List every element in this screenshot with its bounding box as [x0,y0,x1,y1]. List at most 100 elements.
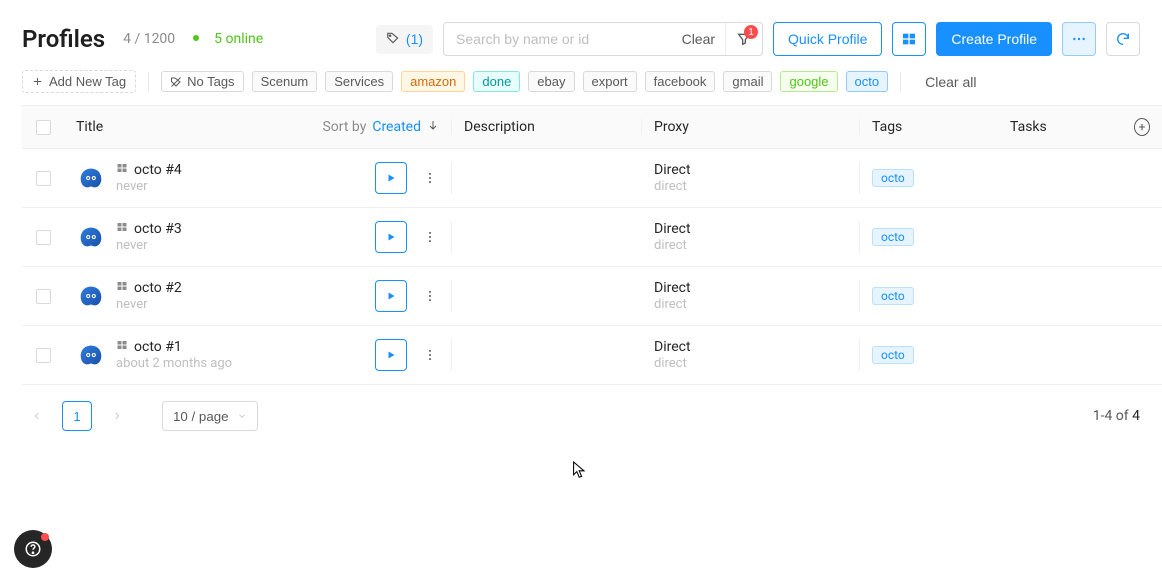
row-tag-octo[interactable]: octo [872,287,914,305]
run-profile-button[interactable] [375,221,407,253]
tag-chip-gmail[interactable]: gmail [723,71,772,92]
page-size-selector[interactable]: 10 / page [162,401,258,431]
row-tag-octo[interactable]: octo [872,228,914,246]
tag-chip-services[interactable]: Services [325,71,393,92]
proxy-name: Direct [654,280,691,296]
proxy-type: direct [654,179,691,194]
table-row[interactable]: octo #3 never Directdirect octo [22,208,1162,267]
row-checkbox[interactable] [36,289,51,304]
row-proxy-cell: Directdirect [642,339,860,371]
row-menu-button[interactable] [421,226,439,248]
tag-chip-export[interactable]: export [583,71,637,92]
tag-chip-google[interactable]: google [780,71,837,92]
refresh-icon [1115,31,1131,47]
run-profile-button[interactable] [375,280,407,312]
profile-avatar [76,340,106,370]
row-tags-cell: octo [860,287,998,305]
create-profile-button[interactable]: Create Profile [936,22,1052,56]
profiles-table: Title Sort by Created Description Proxy … [22,105,1162,385]
column-description-label: Description [464,119,535,135]
refresh-button[interactable] [1106,22,1140,56]
chevron-left-icon [32,411,42,421]
tag-chip-amazon[interactable]: amazon [401,71,465,92]
row-checkbox[interactable] [36,348,51,363]
sort-value: Created [372,119,421,135]
search-input[interactable] [444,31,672,47]
row-proxy-cell: Directdirect [642,162,860,194]
profile-name: octo #3 [134,221,182,237]
column-proxy-label: Proxy [654,119,689,135]
tag-chip-done[interactable]: done [473,71,520,92]
prev-page-button[interactable] [22,401,52,431]
row-tags-cell: octo [860,346,998,364]
run-profile-button[interactable] [375,162,407,194]
column-tasks-label: Tasks [1010,119,1047,135]
profile-avatar [76,163,106,193]
proxy-name: Direct [654,162,691,178]
range-indicator: 1-4 of 4 [1093,408,1140,424]
profile-avatar [76,281,106,311]
tag-chip-facebook[interactable]: facebook [645,71,716,92]
row-checkbox[interactable] [36,230,51,245]
question-icon [24,540,42,558]
profile-last-run: about 2 months ago [116,356,232,371]
tag-chip-octo[interactable]: octo [846,71,889,92]
add-tag-label: Add New Tag [49,74,126,89]
row-proxy-cell: Directdirect [642,221,860,253]
select-all-checkbox[interactable] [36,120,51,135]
online-dot [193,35,199,41]
pagination-bar: 1 10 / page 1-4 of 4 [0,385,1162,447]
filter-badge: 1 [744,25,758,39]
more-options-button[interactable] [1062,22,1096,56]
column-title-label: Title [76,119,103,135]
sort-by-label: Sort by [322,119,366,135]
windows-icon [116,339,128,355]
row-tag-octo[interactable]: octo [872,169,914,187]
row-tag-octo[interactable]: octo [872,346,914,364]
run-profile-button[interactable] [375,339,407,371]
tag-outline-icon [170,76,182,88]
search-container: Clear 1 [443,22,763,56]
arrow-down-icon [427,119,439,135]
proxy-type: direct [654,356,691,371]
profile-avatar [76,222,106,252]
page-1-button[interactable]: 1 [62,401,92,431]
filter-button[interactable]: 1 [725,23,762,55]
tag-chip-scenum[interactable]: Scenum [252,71,318,92]
row-tags-cell: octo [860,228,998,246]
profile-last-run: never [116,297,182,312]
add-new-tag-button[interactable]: Add New Tag [22,70,136,93]
help-button[interactable] [14,530,52,568]
page-size-label: 10 / page [173,409,229,424]
quick-profile-windows-button[interactable] [892,22,926,56]
chevron-down-icon [237,411,247,421]
tag-chip-ebay[interactable]: ebay [528,71,574,92]
clear-all-tags-button[interactable]: Clear all [925,74,976,90]
row-checkbox[interactable] [36,171,51,186]
tag-filter-count[interactable]: (1) [376,25,433,54]
row-menu-button[interactable] [421,167,439,189]
no-tags-label: No Tags [187,74,234,89]
next-page-button[interactable] [102,401,132,431]
row-title-cell: octo #4 never [64,162,452,194]
no-tags-chip[interactable]: No Tags [161,71,243,92]
row-menu-button[interactable] [421,344,439,366]
search-clear-button[interactable]: Clear [672,31,725,47]
add-column-button[interactable]: + [1134,118,1150,136]
sort-control[interactable]: Sort by Created [322,119,439,135]
table-row[interactable]: octo #2 never Directdirect octo [22,267,1162,326]
profile-name: octo #2 [134,280,182,296]
tag-count-label: (1) [406,31,423,47]
row-menu-button[interactable] [421,285,439,307]
row-tags-cell: octo [860,169,998,187]
column-tags-label: Tags [872,119,902,135]
quick-profile-button[interactable]: Quick Profile [773,22,882,56]
online-count: 5 online [214,31,263,47]
plus-icon [32,76,43,87]
header-title-cell: Title Sort by Created [64,119,452,135]
tag-filter-row: Add New Tag No Tags Scenum Services amaz… [0,66,1162,105]
table-row[interactable]: octo #4 never Directdirect octo [22,149,1162,208]
row-proxy-cell: Directdirect [642,280,860,312]
profile-counter: 4 / 1200 [123,31,175,47]
table-row[interactable]: octo #1 about 2 months ago Directdirect … [22,326,1162,385]
